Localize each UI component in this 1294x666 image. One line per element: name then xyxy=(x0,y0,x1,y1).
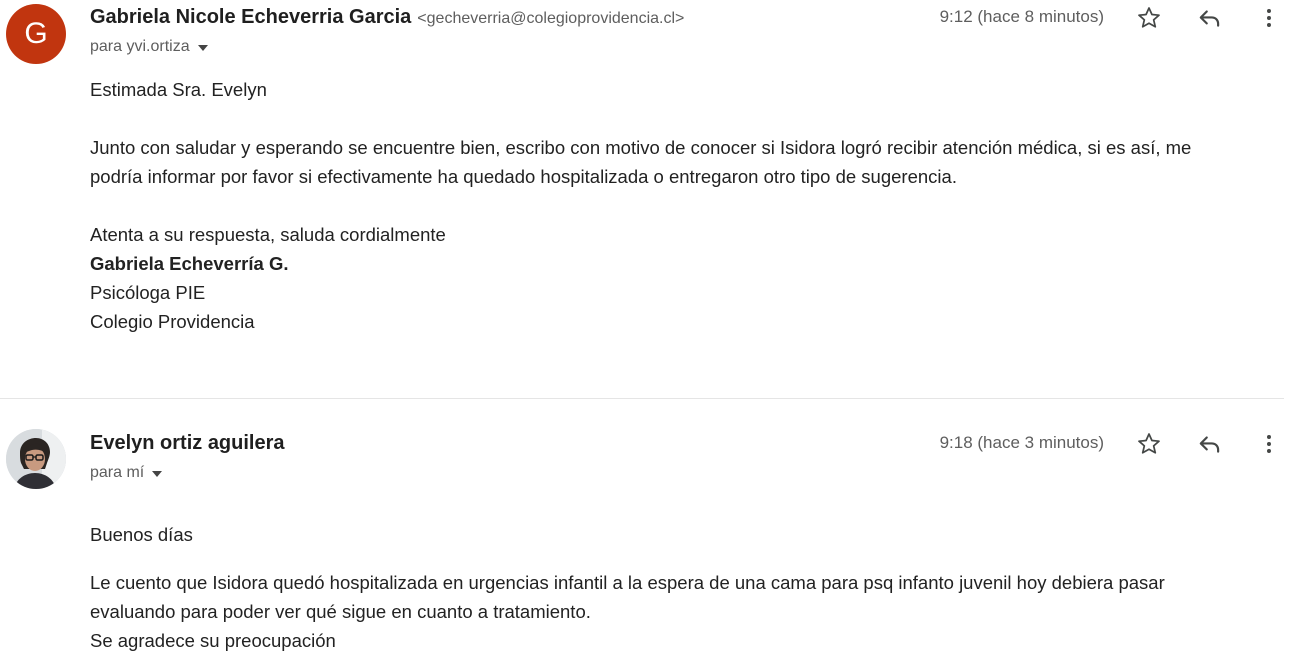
star-outline-icon xyxy=(1138,433,1160,454)
more-options-button[interactable] xyxy=(1249,424,1289,464)
signature-role: Psicóloga PIE xyxy=(90,282,206,303)
signature-name: Gabriela Echeverría G. xyxy=(90,253,289,274)
reply-button[interactable] xyxy=(1190,0,1230,38)
sender-header: Gabriela Nicole Echeverria Garcia <gechev… xyxy=(90,6,684,29)
recipient-label: para yvi.ortiza xyxy=(90,38,190,55)
message-time: 9:18 (hace 3 minutos) xyxy=(939,433,1104,452)
star-button[interactable] xyxy=(1129,0,1169,38)
message-time: 9:12 (hace 8 minutos) xyxy=(939,7,1104,26)
body-paragraph-line: Junto con saludar y esperando se encuent… xyxy=(90,137,1192,158)
reply-button[interactable] xyxy=(1190,424,1230,464)
message-body: Estimada Sra. Evelyn Junto con saludar y… xyxy=(90,75,1265,336)
star-outline-icon xyxy=(1138,7,1160,28)
sender-header: Evelyn ortiz aguilera xyxy=(90,432,285,455)
sender-avatar[interactable] xyxy=(6,429,66,489)
more-vert-icon xyxy=(1267,9,1271,27)
reply-icon xyxy=(1199,436,1220,453)
message-divider xyxy=(0,398,1284,399)
profile-photo-icon xyxy=(6,429,66,489)
closing-text: Atenta a su respuesta, saluda cordialmen… xyxy=(90,224,446,245)
recipient-label: para mí xyxy=(90,464,145,481)
star-button[interactable] xyxy=(1129,424,1169,464)
reply-icon xyxy=(1199,10,1220,27)
sender-avatar[interactable]: G xyxy=(6,4,66,64)
sender-email: <gecheverria@colegioprovidencia.cl> xyxy=(417,10,685,27)
body-line: evaluando para poder ver qué sigue en cu… xyxy=(90,601,591,622)
greeting-text: Buenos días xyxy=(90,524,193,545)
more-options-button[interactable] xyxy=(1249,0,1289,38)
signature-org: Colegio Providencia xyxy=(90,311,255,332)
greeting-text: Estimada Sra. Evelyn xyxy=(90,79,267,100)
caret-down-icon xyxy=(197,45,208,51)
body-line: Se agradece su preocupación xyxy=(90,630,336,651)
avatar-letter: G xyxy=(24,17,48,50)
caret-down-icon xyxy=(152,471,163,477)
message-body: Buenos días Le cuento que Isidora quedó … xyxy=(90,520,1265,655)
more-vert-icon xyxy=(1267,435,1271,453)
recipient-dropdown[interactable]: para mí xyxy=(90,464,163,482)
sender-name[interactable]: Evelyn ortiz aguilera xyxy=(90,432,285,454)
body-paragraph-line: podría informar por favor si efectivamen… xyxy=(90,166,957,187)
body-line: Le cuento que Isidora quedó hospitalizad… xyxy=(90,572,1165,593)
sender-name[interactable]: Gabriela Nicole Echeverria Garcia xyxy=(90,6,411,28)
recipient-dropdown[interactable]: para yvi.ortiza xyxy=(90,38,208,56)
